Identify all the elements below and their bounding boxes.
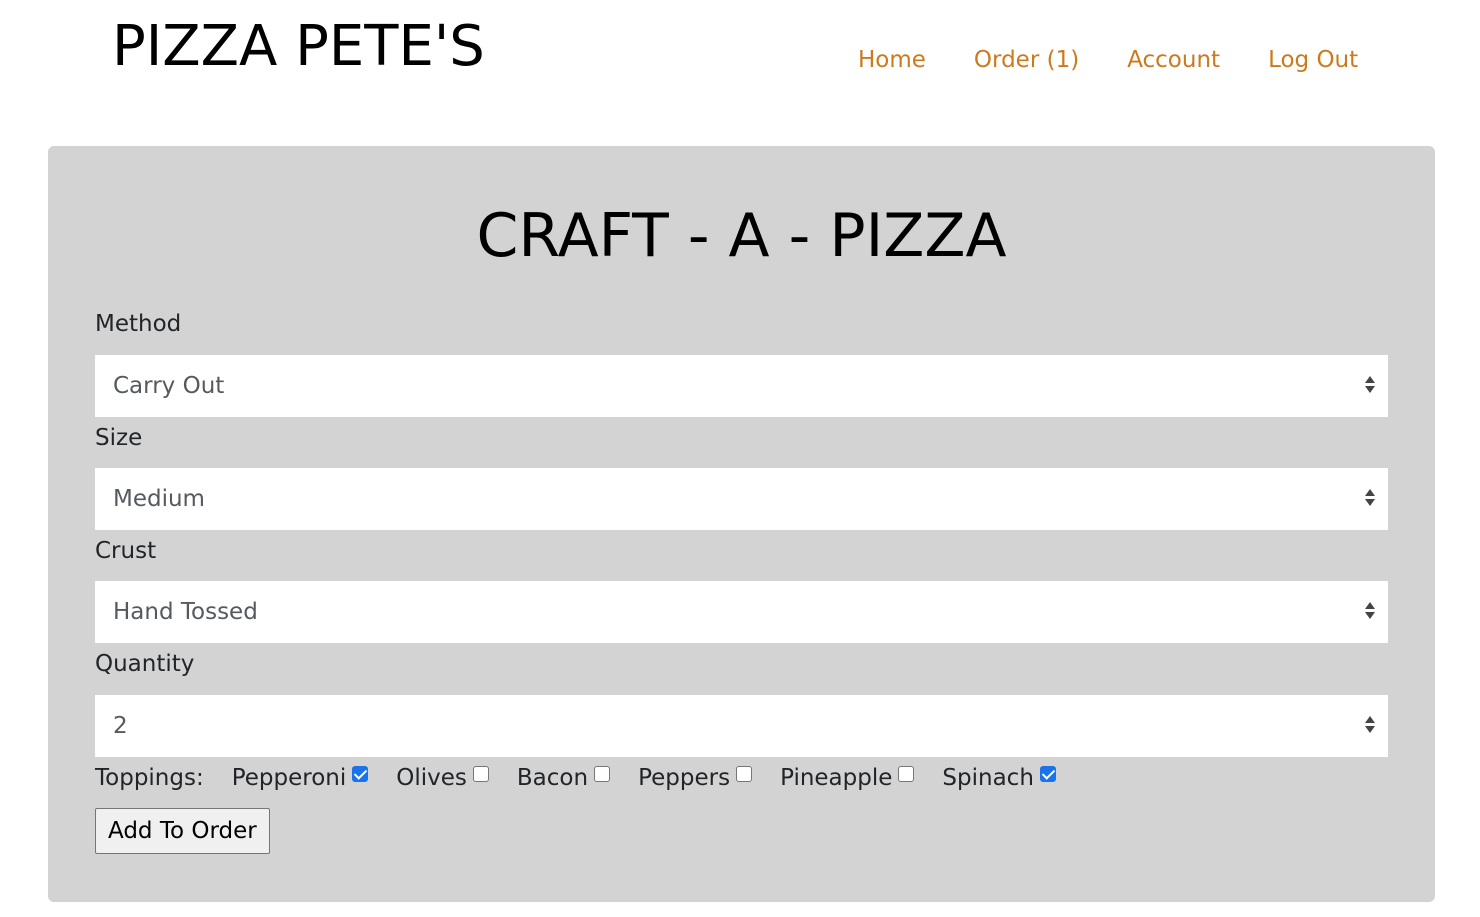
add-to-order-button[interactable]: Add To Order <box>95 808 270 854</box>
page-title: CRAFT - A - PIZZA <box>476 201 1007 271</box>
size-select[interactable]: Medium <box>95 468 1388 530</box>
toppings-group: Toppings: Pepperoni Olives Bacon Peppers… <box>95 762 1084 794</box>
topping-pineapple[interactable]: Pineapple <box>780 762 915 794</box>
select-arrows-icon <box>1365 601 1375 621</box>
craft-pizza-panel: CRAFT - A - PIZZA Method Carry Out Size … <box>48 146 1435 902</box>
topping-olives[interactable]: Olives <box>396 762 489 794</box>
nav-link-account[interactable]: Account <box>1127 44 1220 76</box>
topping-checkbox[interactable] <box>736 766 753 782</box>
crust-select[interactable]: Hand Tossed <box>95 581 1388 643</box>
topping-pepperoni[interactable]: Pepperoni <box>232 762 369 794</box>
select-arrows-icon <box>1365 488 1375 508</box>
topping-checkbox[interactable] <box>352 766 369 782</box>
toppings-label: Toppings: <box>95 765 204 791</box>
site-header: PIZZA PETE'S Home Order (1) Account Log … <box>0 0 1480 110</box>
topping-peppers[interactable]: Peppers <box>638 762 753 794</box>
topping-checkbox[interactable] <box>898 766 915 782</box>
topping-checkbox[interactable] <box>1039 766 1056 782</box>
topping-bacon[interactable]: Bacon <box>516 762 611 794</box>
crust-select-value: Hand Tossed <box>113 599 258 625</box>
select-arrows-icon <box>1365 375 1375 395</box>
topping-label: Spinach <box>942 765 1034 791</box>
method-label: Method <box>95 311 182 337</box>
brand-logo-text: PIZZA PETE'S <box>112 14 485 79</box>
topping-label: Peppers <box>638 765 731 791</box>
method-select-value: Carry Out <box>113 373 225 399</box>
topping-label: Pepperoni <box>231 765 347 791</box>
crust-label: Crust <box>95 538 157 564</box>
nav-link-logout[interactable]: Log Out <box>1268 44 1358 76</box>
topping-label: Bacon <box>516 765 589 791</box>
topping-checkbox[interactable] <box>594 766 611 782</box>
method-select[interactable]: Carry Out <box>95 355 1388 417</box>
topping-checkbox[interactable] <box>472 766 489 782</box>
topping-spinach[interactable]: Spinach <box>942 762 1056 794</box>
nav-link-home[interactable]: Home <box>858 44 926 76</box>
quantity-label: Quantity <box>95 651 195 677</box>
select-arrows-icon <box>1365 715 1375 735</box>
main-nav: Home Order (1) Account Log Out <box>858 44 1358 76</box>
topping-label: Olives <box>396 765 467 791</box>
quantity-select-value: 2 <box>113 713 128 739</box>
nav-link-order[interactable]: Order (1) <box>974 44 1079 76</box>
topping-label: Pineapple <box>780 765 893 791</box>
size-label: Size <box>95 425 143 451</box>
size-select-value: Medium <box>113 486 205 512</box>
quantity-select[interactable]: 2 <box>95 695 1388 757</box>
